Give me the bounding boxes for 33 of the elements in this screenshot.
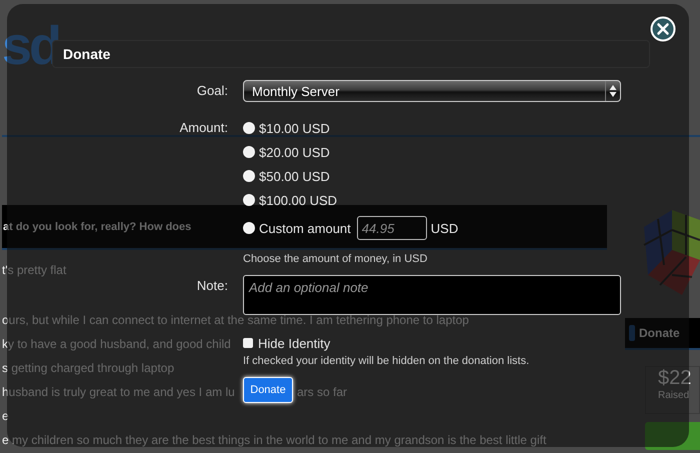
radio-button[interactable] — [243, 146, 255, 158]
option-label: $20.00 USD — [259, 144, 330, 160]
hide-identity-checkbox[interactable]: Hide Identity — [243, 335, 621, 351]
custom-amount-field[interactable]: 44.95 — [356, 216, 427, 240]
goal-select[interactable]: Monthly Server — [243, 80, 621, 102]
radio-button[interactable] — [243, 122, 255, 134]
option-label: $10.00 USD — [259, 120, 330, 136]
option-label: Custom amount — [259, 220, 351, 236]
header-bar-text: at do you look for, really? How does — [3, 220, 192, 232]
raised-label: Raised — [658, 390, 690, 401]
donate-button[interactable]: Donate — [243, 377, 293, 403]
amount-help-text: Choose the amount of money, in USD — [243, 252, 428, 266]
note-label: Note: — [196, 277, 228, 295]
hide-identity-help-text: If checked your identity will be hidden on the donation lists. — [243, 354, 530, 368]
radio-button[interactable] — [243, 170, 255, 182]
page-text: s getting charged through laptop — [2, 361, 174, 375]
option-label: $100.00 USD — [259, 192, 338, 208]
option-label: $50.00 USD — [259, 168, 330, 184]
raised-amount: $22 — [658, 367, 692, 390]
currency-label: USD — [430, 220, 458, 236]
note-field[interactable]: Add an optional note — [243, 275, 621, 315]
page-text: husband is truly great to me and yes I am lu — [2, 385, 236, 399]
dialog-title: Donate — [52, 40, 650, 68]
radio-button[interactable] — [243, 194, 255, 206]
amount-label: Amount: — [180, 119, 228, 137]
page-text: ars so far — [297, 385, 348, 399]
goal-label: Goal: — [196, 82, 228, 100]
page-text: ours, but while I can connect to internet at the same time. I am tethering phone to laptop — [2, 313, 469, 327]
close-icon[interactable] — [650, 16, 676, 42]
page-text: ky to have a good husband, and good child — [2, 337, 231, 351]
page-text: e my children so much they are the best things in the world to me and my grandson is the best little gift — [2, 433, 546, 447]
page-text: e — [2, 409, 9, 423]
page-text: t's pretty flat — [2, 263, 66, 277]
